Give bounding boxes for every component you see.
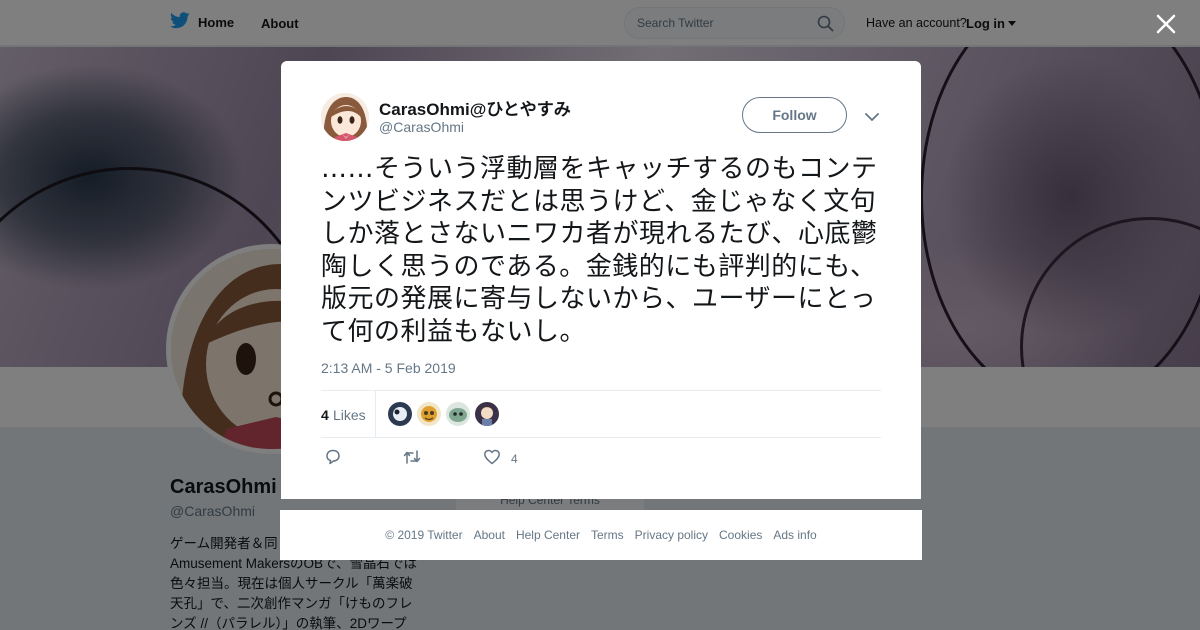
author-avatar[interactable]	[321, 93, 369, 141]
footer-link-about[interactable]: About	[474, 528, 505, 542]
author-name[interactable]: CarasOhmi@ひとやすみ	[379, 95, 571, 120]
modal-footer: © 2019 Twitter About Help Center Terms P…	[280, 510, 922, 560]
heart-icon[interactable]	[483, 448, 501, 471]
liker-avatar[interactable]	[446, 402, 470, 426]
tweet-actions: 4	[321, 448, 721, 472]
footer-link-ads-info[interactable]: Ads info	[773, 528, 816, 542]
tweet-stats: 4 Likes	[321, 390, 881, 438]
close-icon[interactable]	[1154, 12, 1178, 36]
tweet-text: ……そういう浮動層をキャッチするのもコンテンツビジネスだとは思うけど、金じゃなく…	[321, 154, 878, 347]
retweet-icon[interactable]	[402, 448, 422, 471]
chevron-down-icon[interactable]	[865, 109, 879, 127]
liker-avatar[interactable]	[417, 402, 441, 426]
liker-avatar[interactable]	[388, 402, 412, 426]
footer-copyright: © 2019 Twitter	[385, 528, 463, 542]
liker-avatar[interactable]	[475, 402, 499, 426]
footer-link-help-center[interactable]: Help Center	[516, 528, 580, 542]
tweet-modal: CarasOhmi@ひとやすみ @CarasOhmi Follow ……そういう…	[281, 61, 921, 499]
liker-avatars	[388, 402, 499, 426]
author-handle[interactable]: @CarasOhmi	[379, 119, 464, 135]
stats-divider	[375, 391, 376, 438]
reply-icon[interactable]	[324, 448, 342, 471]
footer-link-terms[interactable]: Terms	[591, 528, 624, 542]
follow-button[interactable]: Follow	[742, 97, 847, 133]
like-action-count: 4	[511, 452, 518, 466]
likes-label[interactable]: Likes	[333, 407, 366, 423]
likes-count[interactable]: 4	[321, 407, 329, 423]
footer-link-cookies[interactable]: Cookies	[719, 528, 762, 542]
tweet-timestamp[interactable]: 2:13 AM - 5 Feb 2019	[321, 360, 456, 376]
footer-link-privacy[interactable]: Privacy policy	[635, 528, 708, 542]
